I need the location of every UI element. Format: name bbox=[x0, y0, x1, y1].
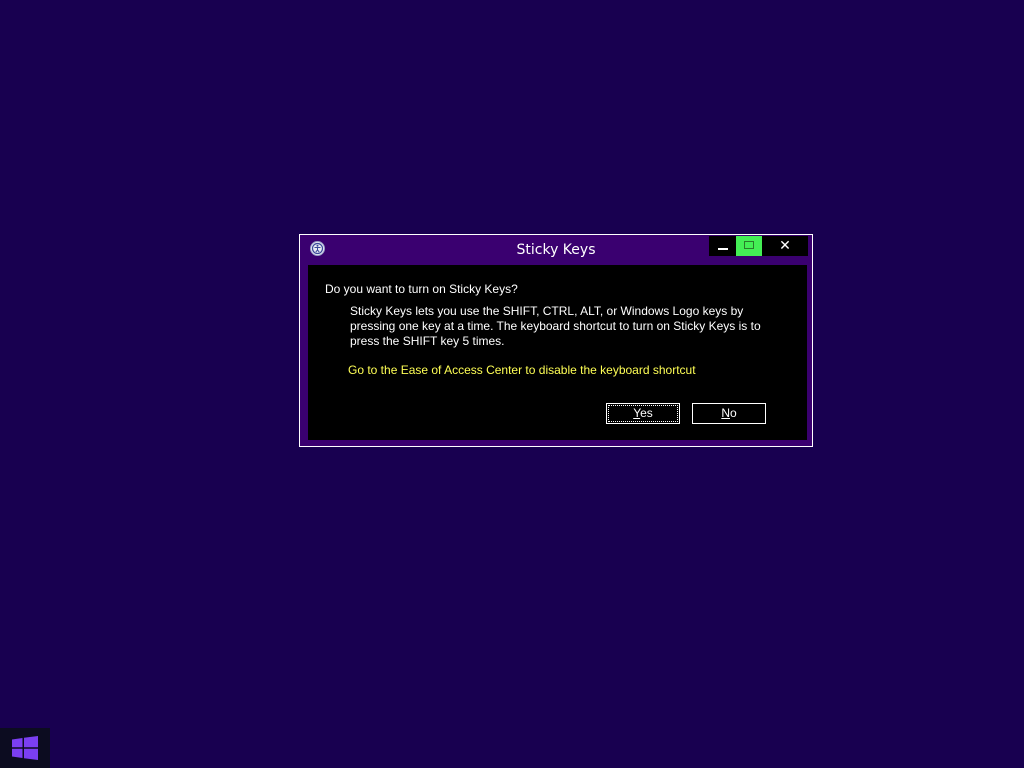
windows-logo-icon bbox=[12, 736, 38, 760]
sticky-keys-dialog: Sticky Keys ✕ Do you want to turn on Sti… bbox=[299, 234, 813, 447]
yes-button-accelerator: Y bbox=[633, 406, 641, 420]
minimize-button[interactable] bbox=[709, 236, 736, 256]
no-button-label: o bbox=[729, 406, 737, 420]
no-button-accelerator: N bbox=[721, 406, 730, 420]
no-button[interactable]: No bbox=[692, 403, 766, 424]
title-bar[interactable]: Sticky Keys ✕ bbox=[300, 235, 812, 265]
maximize-button[interactable] bbox=[736, 236, 762, 256]
yes-button[interactable]: Yes bbox=[606, 403, 680, 424]
start-button[interactable] bbox=[0, 728, 50, 768]
close-button[interactable]: ✕ bbox=[762, 236, 808, 256]
dialog-description: Sticky Keys lets you use the SHIFT, CTRL… bbox=[350, 304, 761, 348]
ease-of-access-center-link[interactable]: Go to the Ease of Access Center to disab… bbox=[348, 363, 696, 378]
caption-buttons: ✕ bbox=[709, 236, 808, 256]
yes-button-label: es bbox=[640, 406, 653, 420]
close-icon: ✕ bbox=[779, 238, 791, 254]
dialog-content: Do you want to turn on Sticky Keys? Stic… bbox=[308, 265, 807, 440]
maximize-icon bbox=[744, 241, 754, 249]
minimize-icon bbox=[718, 248, 728, 250]
dialog-question: Do you want to turn on Sticky Keys? bbox=[325, 282, 518, 296]
desktop: Sticky Keys ✕ Do you want to turn on Sti… bbox=[0, 0, 1024, 768]
